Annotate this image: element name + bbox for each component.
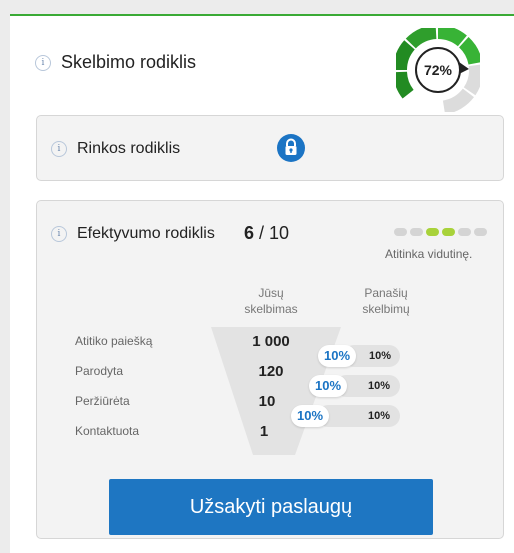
gauge-needle xyxy=(459,62,469,74)
info-icon[interactable]: i xyxy=(35,54,51,71)
ad-indicator-title: Skelbimo rodiklis xyxy=(61,52,197,72)
ad-indicators-panel: i Skelbimo rodiklis 72% i Rinkos rodikli… xyxy=(10,14,514,553)
your-conversion-bubble: 10% xyxy=(309,375,348,397)
funnel-row-label: Atitiko paiešką xyxy=(75,334,153,348)
funnel-row-label: Peržiūrėta xyxy=(75,394,130,408)
funnel-row-label: Parodyta xyxy=(75,364,124,378)
market-indicator-title: Rinkos rodiklis xyxy=(77,140,181,157)
similar-conversion-pill: 10% xyxy=(317,405,400,427)
funnel-row-value: 1 xyxy=(259,423,269,440)
order-service-button[interactable]: Užsakyti paslaugų xyxy=(109,479,433,535)
market-indicator-heading: i Rinkos rodiklis xyxy=(51,140,180,158)
funnel-row-value: 10 xyxy=(258,393,276,410)
funnel-row-value: 1 000 xyxy=(252,333,290,350)
efficiency-indicator-card: i Efektyvumo rodiklis 6 / 10 Atitinka vi… xyxy=(36,200,504,539)
ad-indicator-header: i Skelbimo rodiklis xyxy=(35,52,196,73)
score-gauge: 72% xyxy=(396,28,480,112)
info-icon[interactable]: i xyxy=(51,141,67,157)
your-conversion-bubble: 10% xyxy=(291,405,330,427)
funnel-row-value: 120 xyxy=(258,363,284,380)
gauge-score-label: 72% xyxy=(424,62,453,78)
your-conversion-bubble: 10% xyxy=(318,345,357,367)
lock-icon[interactable] xyxy=(277,134,305,162)
funnel-row-label: Kontaktuota xyxy=(75,424,140,438)
market-indicator-card[interactable]: i Rinkos rodiklis xyxy=(36,115,504,181)
